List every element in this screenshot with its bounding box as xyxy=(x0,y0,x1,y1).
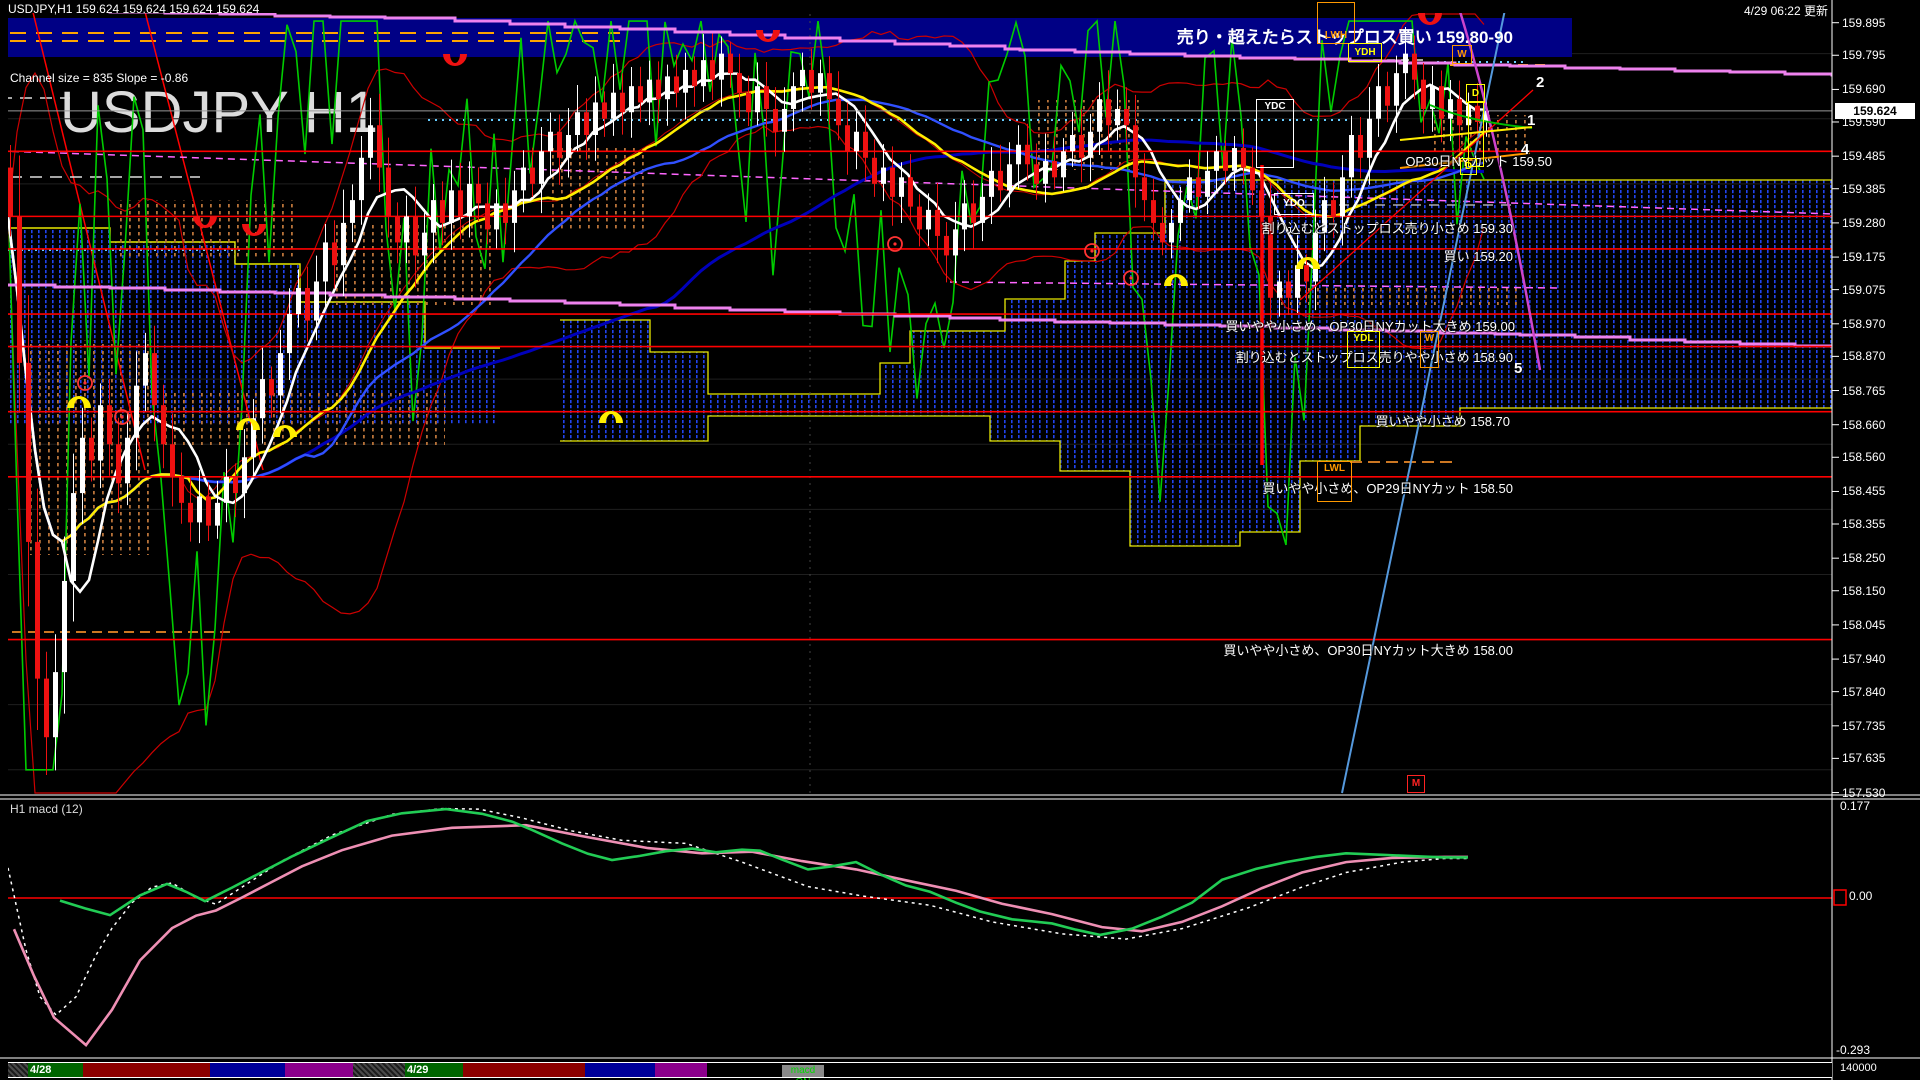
price-tick: 159.795 xyxy=(1842,48,1885,62)
price-tick: 159.690 xyxy=(1842,82,1885,96)
session-segment xyxy=(585,1063,655,1077)
session-segment xyxy=(210,1063,285,1077)
trade-annotation: 買い 159.20 xyxy=(1444,246,1513,265)
trade-annotation: 割り込むとストップロス売り小さめ 159.30 xyxy=(1262,218,1513,237)
price-tick: 157.840 xyxy=(1842,685,1885,699)
macd-panel xyxy=(8,809,1832,1046)
price-tick: 158.870 xyxy=(1842,349,1885,363)
macd-min-label: -0.293 xyxy=(1836,1043,1870,1057)
level-box-m: M xyxy=(1407,775,1425,793)
session-date-label: 4/28 xyxy=(30,1064,51,1076)
main-chart-area xyxy=(0,0,1920,793)
macd-toggle-chip[interactable]: macd ON xyxy=(782,1065,824,1077)
chart-canvas[interactable]: USDJPY H1 xyxy=(0,0,1920,1080)
session-segment xyxy=(8,1063,28,1077)
price-tick: 158.150 xyxy=(1842,584,1885,598)
price-tick: 158.660 xyxy=(1842,418,1885,432)
price-tick: 158.970 xyxy=(1842,317,1885,331)
volume-scale-label: 140000 xyxy=(1840,1062,1877,1074)
price-tick: 159.895 xyxy=(1842,16,1885,30)
session-segment xyxy=(83,1063,210,1077)
level-box-ydo: YDO xyxy=(1274,193,1314,215)
current-price-badge: 159.624 xyxy=(1835,103,1915,119)
price-tick: 158.355 xyxy=(1842,517,1885,531)
level-box-w: W xyxy=(1452,45,1472,64)
channel-info-label: Channel size = 835 Slope = -0.86 xyxy=(10,71,188,85)
symbol-ohlc-line: USDJPY,H1 159.624 159.624 159.624 159.62… xyxy=(8,2,259,16)
session-date-label: 4/29 xyxy=(407,1064,428,1076)
price-tick: 159.280 xyxy=(1842,216,1885,230)
session-segment: 4/29 xyxy=(405,1063,463,1077)
level-box-lwh: LWH xyxy=(1317,2,1355,44)
trade-annotation: 買いやや小さめ、OP30日NYカット大きめ 158.00 xyxy=(1223,640,1513,659)
macd-max-label: 0.177 xyxy=(1840,799,1870,813)
price-tick: 158.560 xyxy=(1842,450,1885,464)
trade-annotation: 買いやや小さめ 158.70 xyxy=(1376,411,1510,430)
price-tick: 157.940 xyxy=(1842,652,1885,666)
wave-number-4: 4 xyxy=(1521,141,1529,158)
macd-zero-label: 0.00 xyxy=(1849,889,1872,903)
price-tick: 158.455 xyxy=(1842,484,1885,498)
level-box-ydc: YDC xyxy=(1256,99,1294,168)
level-box-ydl: YDL xyxy=(1347,331,1380,368)
price-tick: 159.485 xyxy=(1842,149,1885,163)
price-tick: 157.530 xyxy=(1842,786,1885,800)
price-tick: 159.385 xyxy=(1842,182,1885,196)
trade-annotation: 買いやや小さめ、OP29日NYカット 158.50 xyxy=(1262,478,1513,497)
session-volume-bar: 4/28 4/29 xyxy=(8,1062,1832,1078)
price-tick: 158.045 xyxy=(1842,618,1885,632)
price-tick: 159.075 xyxy=(1842,283,1885,297)
level-box-lwl: LWL xyxy=(1317,461,1352,502)
price-tick: 157.635 xyxy=(1842,751,1885,765)
session-segment xyxy=(353,1063,405,1077)
level-box-w: W xyxy=(1420,331,1439,368)
price-tick: 157.735 xyxy=(1842,719,1885,733)
macd-panel-label: H1 macd (12) xyxy=(10,802,83,816)
level-box-d: D xyxy=(1460,158,1477,175)
price-tick: 159.175 xyxy=(1842,250,1885,264)
price-tick: 158.250 xyxy=(1842,551,1885,565)
session-segment xyxy=(463,1063,585,1077)
mt4-chart-window: USDJPY H1 USDJPY,H1 159.624 159.624 159.… xyxy=(0,0,1920,1080)
wave-number-2: 2 xyxy=(1536,74,1544,91)
last-update-time: 4/29 06:22 更新 xyxy=(1744,2,1828,19)
session-segment xyxy=(285,1063,353,1077)
level-box-ydh: YDH xyxy=(1348,43,1382,62)
session-segment xyxy=(655,1063,707,1077)
session-segment: 4/28 xyxy=(28,1063,83,1077)
wave-number-5: 5 xyxy=(1514,360,1522,377)
price-tick: 158.765 xyxy=(1842,384,1885,398)
wave-number-1: 1 xyxy=(1527,112,1535,129)
